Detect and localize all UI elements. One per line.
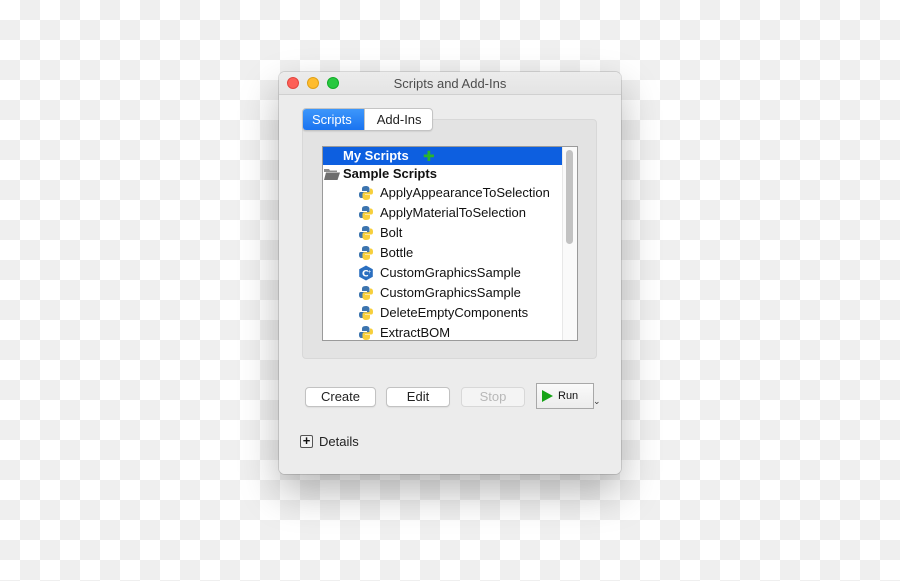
play-icon <box>542 390 553 402</box>
scripts-tree[interactable]: My Scripts ✚ Sample Scripts ApplyAppeara… <box>322 146 578 341</box>
script-item[interactable]: ExtractBOM <box>323 323 562 340</box>
stop-button[interactable]: Stop <box>461 387 525 407</box>
script-item[interactable]: DeleteEmptyComponents <box>323 303 562 323</box>
script-item[interactable]: CustomGraphicsSample <box>323 283 562 303</box>
add-icon[interactable]: ✚ <box>423 147 435 165</box>
script-label: CustomGraphicsSample <box>380 265 521 280</box>
title-bar[interactable]: Scripts and Add-Ins <box>279 72 621 95</box>
script-label: CustomGraphicsSample <box>380 285 521 300</box>
tree-group-label: My Scripts <box>343 148 409 163</box>
details-expand-button[interactable]: + <box>300 434 313 448</box>
python-icon <box>359 326 373 340</box>
folder-open-icon <box>324 169 340 180</box>
window-title: Scripts and Add-Ins <box>393 76 507 91</box>
python-icon <box>359 306 373 320</box>
script-label: Bolt <box>380 225 403 240</box>
tab-bar: Scripts Add-Ins <box>302 108 433 131</box>
script-label: ExtractBOM <box>380 325 451 340</box>
script-item[interactable]: ApplyMaterialToSelection <box>323 203 562 223</box>
python-icon <box>359 206 373 220</box>
cpp-icon: C+ <box>359 265 373 281</box>
scrollbar-thumb[interactable] <box>566 150 573 244</box>
tab-scripts[interactable]: Scripts <box>303 109 364 130</box>
script-label: ApplyAppearanceToSelection <box>380 185 550 200</box>
run-button[interactable]: Run <box>536 383 594 409</box>
run-label: Run <box>558 390 579 402</box>
script-item[interactable]: Bottle <box>323 243 562 263</box>
svg-text:+: + <box>367 270 371 276</box>
python-icon <box>359 186 373 200</box>
edit-button[interactable]: Edit <box>386 387 450 407</box>
tree-group-label: Sample Scripts <box>343 166 437 181</box>
tab-add-ins[interactable]: Add-Ins <box>363 109 432 130</box>
tree-group-my-scripts[interactable]: My Scripts ✚ <box>323 147 562 165</box>
script-item[interactable]: C + CustomGraphicsSample <box>323 263 562 283</box>
details-label[interactable]: Details <box>319 434 359 449</box>
script-label: Bottle <box>380 245 414 260</box>
scripts-addins-dialog: Scripts and Add-Ins Scripts Add-Ins My S… <box>279 72 621 474</box>
create-button[interactable]: Create <box>305 387 376 407</box>
tree-group-sample-scripts[interactable]: Sample Scripts <box>323 165 562 183</box>
chevron-down-icon[interactable]: ⌄ <box>593 396 601 407</box>
python-icon <box>359 226 373 240</box>
vertical-scrollbar[interactable] <box>562 147 577 340</box>
script-label: ApplyMaterialToSelection <box>380 205 526 220</box>
python-icon <box>359 286 373 300</box>
script-item[interactable]: Bolt <box>323 223 562 243</box>
script-item[interactable]: ApplyAppearanceToSelection <box>323 183 562 203</box>
script-label: DeleteEmptyComponents <box>380 305 529 320</box>
python-icon <box>359 246 373 260</box>
